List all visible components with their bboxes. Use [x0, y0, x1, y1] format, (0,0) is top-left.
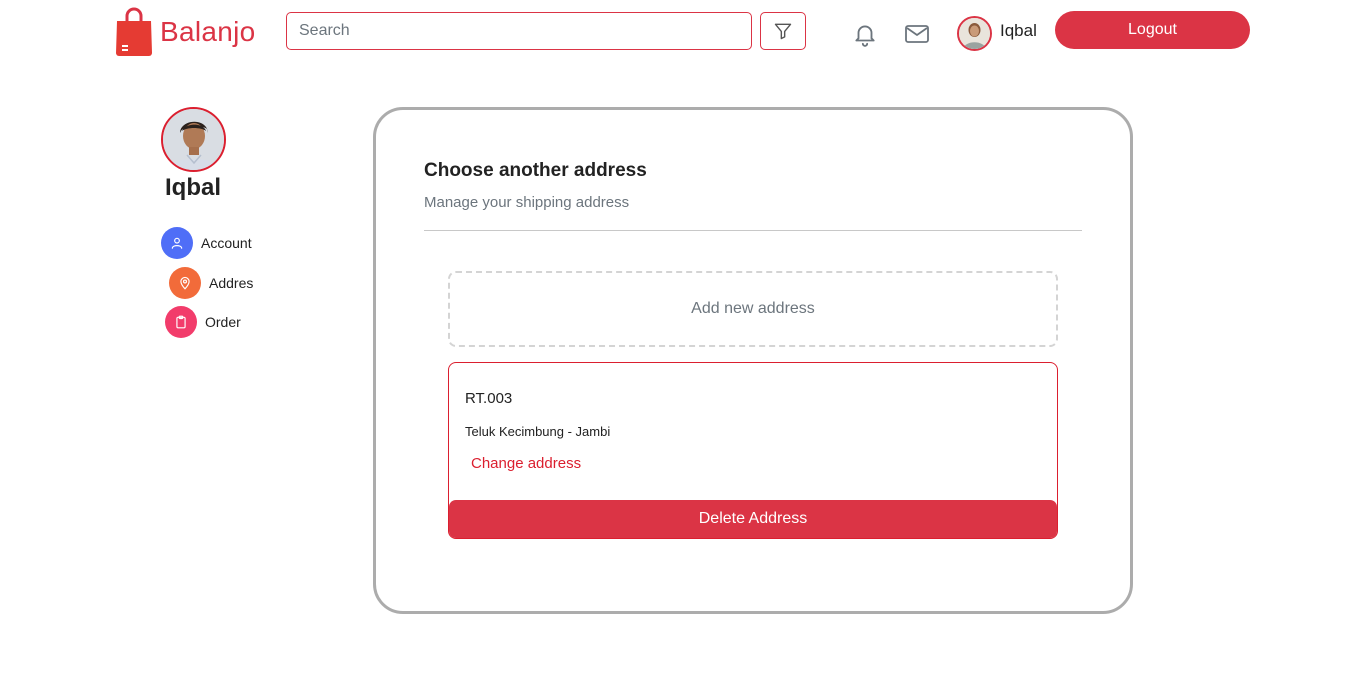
mail-icon[interactable]: [904, 22, 930, 46]
brand-logo[interactable]: Balanjo: [114, 6, 256, 58]
change-address-link[interactable]: Change address: [471, 455, 581, 472]
add-new-address-button[interactable]: Add new address: [448, 271, 1058, 347]
sidebar-item-order[interactable]: Order: [165, 306, 241, 338]
address-name: RT.003: [465, 390, 513, 407]
sidebar-item-address[interactable]: Addres: [169, 267, 253, 299]
sidebar-item-account[interactable]: Account: [161, 227, 252, 259]
brand-name: Balanjo: [160, 16, 256, 47]
search-input[interactable]: [286, 12, 752, 50]
logout-button[interactable]: Logout: [1055, 11, 1250, 49]
avatar[interactable]: [957, 16, 992, 51]
page-title: Choose another address: [424, 160, 647, 181]
clipboard-icon: [165, 306, 197, 338]
page-subtitle: Manage your shipping address: [424, 194, 630, 211]
divider: [424, 230, 1082, 231]
address-card: RT.003 Teluk Kecimbung - Jambi Change ad…: [448, 362, 1058, 539]
map-pin-icon: [169, 267, 201, 299]
profile-name: Iqbal: [165, 174, 222, 201]
sidebar-item-label: Order: [205, 314, 241, 330]
bell-icon[interactable]: [852, 21, 878, 47]
shopping-bag-icon: [116, 7, 152, 56]
delete-address-button[interactable]: Delete Address: [449, 500, 1057, 538]
user-photo-icon: [959, 18, 990, 49]
header-username[interactable]: Iqbal: [1000, 21, 1037, 41]
address-detail: Teluk Kecimbung - Jambi: [465, 424, 611, 439]
user-icon: [161, 227, 193, 259]
sidebar-item-label: Account: [201, 235, 252, 251]
user-photo-icon: [163, 109, 224, 170]
filter-button[interactable]: [760, 12, 806, 50]
profile-avatar: [161, 107, 226, 172]
filter-icon: [774, 23, 792, 40]
sidebar-item-label: Addres: [209, 275, 254, 291]
